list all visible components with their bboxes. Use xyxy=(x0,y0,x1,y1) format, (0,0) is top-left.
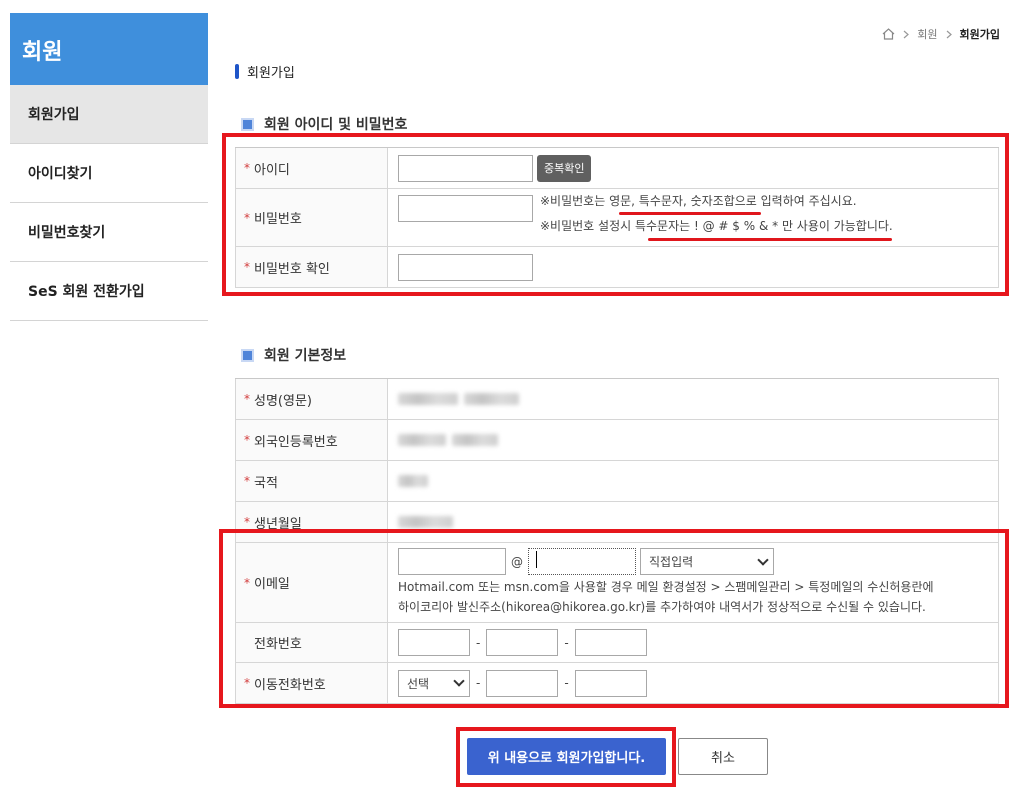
sidebar-item-ses-convert[interactable]: SeS 회원 전환가입 xyxy=(10,262,208,321)
bullet-icon xyxy=(241,348,254,362)
highlight-box-contact xyxy=(219,529,1009,708)
section-basic-title-text: 회원 기본정보 xyxy=(264,348,347,364)
alien-registration-label: * 외국인등록번호 xyxy=(235,420,388,460)
section-account-title: 회원 아이디 및 비밀번호 xyxy=(241,114,407,134)
chevron-right-icon xyxy=(946,30,952,39)
name-label: * 성명(영문) xyxy=(235,379,388,419)
section-basic-title: 회원 기본정보 xyxy=(241,345,346,365)
home-icon[interactable] xyxy=(882,28,895,40)
table-row: * 국적 xyxy=(235,461,999,502)
cancel-button[interactable]: 취소 xyxy=(678,738,768,775)
table-row: * 외국인등록번호 xyxy=(235,420,999,461)
breadcrumb: 회원 회원가입 xyxy=(882,26,1000,42)
breadcrumb-member[interactable]: 회원 xyxy=(917,26,937,42)
breadcrumb-current: 회원가입 xyxy=(959,28,1000,41)
sidebar-item-signup[interactable]: 회원가입 xyxy=(10,85,208,144)
nationality-label: * 국적 xyxy=(235,461,388,501)
chevron-right-icon xyxy=(903,30,910,39)
sidebar-item-find-password[interactable]: 비밀번호찾기 xyxy=(10,203,208,262)
page-title: 회원가입 xyxy=(235,62,295,81)
bullet-icon xyxy=(241,117,254,131)
sidebar-title: 회원 xyxy=(10,13,208,85)
submit-signup-button[interactable]: 위 내용으로 회원가입합니다. xyxy=(467,738,666,775)
table-row: * 성명(영문) xyxy=(235,379,999,420)
alien-registration-value-redacted xyxy=(452,434,498,446)
name-value-redacted xyxy=(464,393,519,405)
birth-date-value-redacted xyxy=(398,516,453,528)
name-value-redacted xyxy=(398,393,458,405)
nationality-value-redacted xyxy=(398,475,428,487)
section-account-title-text: 회원 아이디 및 비밀번호 xyxy=(264,117,408,133)
sidebar: 회원 회원가입 아이디찾기 비밀번호찾기 SeS 회원 전환가입 xyxy=(10,13,208,321)
title-bar-icon xyxy=(235,64,239,79)
highlight-box-account xyxy=(222,133,1009,296)
sidebar-item-find-id[interactable]: 아이디찾기 xyxy=(10,144,208,203)
alien-registration-value-redacted xyxy=(398,434,446,446)
page-title-text: 회원가입 xyxy=(247,66,295,81)
